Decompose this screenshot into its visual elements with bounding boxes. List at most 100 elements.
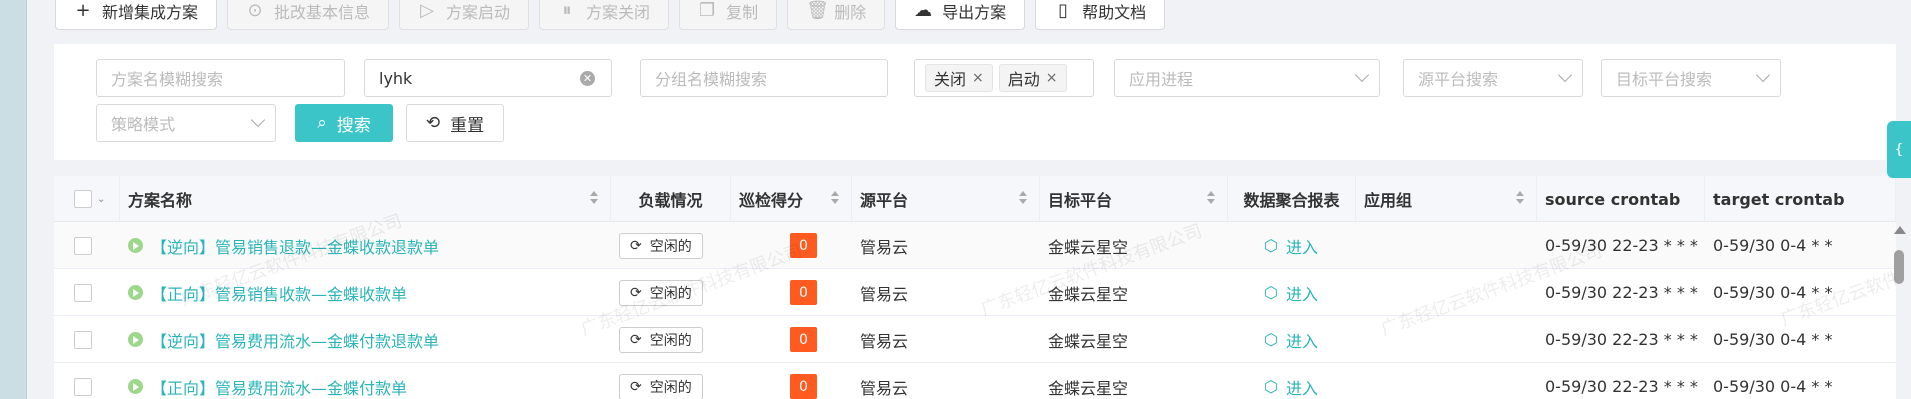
- vertical-scrollbar[interactable]: [1893, 226, 1906, 386]
- delete-button[interactable]: 🗑 删除: [787, 0, 886, 30]
- status-select[interactable]: 关闭 × 启动 ×: [914, 59, 1094, 97]
- scheme-name-cell: 【正向】管易销售收款—金蝶收款单: [128, 269, 407, 316]
- scheme-name-cell: 【逆向】管易销售退款—金蝶收款退款单: [128, 222, 439, 269]
- target-platform-cell: 金蝶云星空: [1048, 331, 1129, 351]
- play-status-icon: [128, 238, 143, 253]
- load-status-tag: ⟳ 空闲的: [619, 326, 703, 353]
- row-checkbox-cell: [74, 222, 92, 269]
- target-crontab-cell: 0-59/30 0-4 * *: [1713, 283, 1833, 302]
- col-source-crontab: source crontab: [1537, 176, 1705, 222]
- copy-icon: ❐: [698, 0, 716, 21]
- row-checkbox[interactable]: [74, 377, 92, 396]
- report-icon: ⬡: [1264, 236, 1278, 255]
- chevron-down-icon: [250, 112, 266, 128]
- load-cell: ⟳ 空闲的: [619, 269, 703, 316]
- report-cell: ⬡ 进入: [1264, 316, 1318, 363]
- row-checkbox[interactable]: [74, 283, 92, 302]
- target-platform-cell: 金蝶云星空: [1048, 378, 1129, 398]
- scheme-name-link[interactable]: 【正向】管易费用流水—金蝶付款单: [128, 375, 407, 399]
- scheme-name-cell: 【逆向】管易费用流水—金蝶付款退款单: [128, 316, 439, 363]
- start-scheme-button[interactable]: ▷ 方案启动: [399, 0, 530, 30]
- batch-edit-button[interactable]: ⊙ 批改基本信息: [227, 0, 390, 30]
- help-doc-button[interactable]: ▯ 帮助文档: [1035, 0, 1166, 30]
- score-badge: 0: [790, 374, 817, 399]
- scheme-name-search-input[interactable]: 方案名模糊搜索: [96, 59, 345, 97]
- status-tag: 关闭 ×: [925, 64, 993, 92]
- source-platform-cell: 管易云: [860, 237, 909, 257]
- table-row[interactable]: 【正向】管易销售收款—金蝶收款单 ⟳ 空闲的 0 管易云 金蝶云星空 ⬡ 进入 0-…: [54, 269, 1896, 316]
- score-cell: 0: [790, 316, 817, 363]
- chevron-down-icon: [1755, 67, 1771, 83]
- play-circle-icon: ▷: [420, 0, 434, 21]
- col-target-platform[interactable]: 目标平台: [1040, 176, 1228, 222]
- clear-icon[interactable]: ✕: [580, 71, 595, 86]
- target-crontab-cell: 0-59/30 0-4 * *: [1713, 236, 1833, 255]
- status-tag: 启动 ×: [998, 64, 1067, 92]
- document-icon: ▯: [1058, 0, 1069, 21]
- scheme-name-link[interactable]: 【正向】管易销售收款—金蝶收款单: [128, 281, 407, 305]
- copy-button[interactable]: ❐ 复制: [679, 0, 778, 30]
- table-row[interactable]: 【正向】管易费用流水—金蝶付款单 ⟳ 空闲的 0 管易云 金蝶云星空 ⬡ 进入 0-…: [54, 363, 1896, 399]
- enter-report-link[interactable]: ⬡ 进入: [1264, 281, 1318, 305]
- target-crontab-cell: 0-59/30 0-4 * *: [1713, 330, 1833, 349]
- row-checkbox[interactable]: [74, 330, 92, 349]
- chevron-down-icon: [1557, 67, 1573, 83]
- left-sidebar-edge: [0, 0, 27, 399]
- col-load: 负载情况: [611, 176, 731, 222]
- load-cell: ⟳ 空闲的: [619, 316, 703, 363]
- side-drawer-tab[interactable]: {: [1887, 121, 1911, 178]
- strategy-select[interactable]: 策略模式: [96, 104, 276, 142]
- row-checkbox[interactable]: [74, 236, 92, 255]
- toolbar: + 新增集成方案 ⊙ 批改基本信息 ▷ 方案启动 ⏸ 方案关闭 ❐ 复制 🗑 删除 ☁ 导出方…: [55, 0, 1166, 30]
- tag-close-icon[interactable]: ×: [972, 70, 984, 86]
- enter-report-link[interactable]: ⬡ 进入: [1264, 234, 1318, 258]
- refresh-icon: ⟳: [630, 331, 642, 348]
- enter-report-link[interactable]: ⬡ 进入: [1264, 375, 1318, 399]
- load-status-tag: ⟳ 空闲的: [619, 279, 703, 306]
- select-all-checkbox[interactable]: [74, 190, 92, 208]
- col-source-platform[interactable]: 源平台: [852, 176, 1040, 222]
- col-scheme-name[interactable]: 方案名称: [120, 176, 611, 222]
- scroll-up-icon[interactable]: [1894, 226, 1906, 234]
- scheme-table: ⌄ 方案名称 负载情况 巡检得分 源平台 目标平台 数据聚合报表 应用组 sou…: [54, 176, 1896, 399]
- table-row[interactable]: 【逆向】管易费用流水—金蝶付款退款单 ⟳ 空闲的 0 管易云 金蝶云星空 ⬡ 进入 …: [54, 316, 1896, 363]
- enter-report-link[interactable]: ⬡ 进入: [1264, 328, 1318, 352]
- group-name-search-input[interactable]: 分组名模糊搜索: [640, 59, 888, 97]
- row-checkbox-cell: [74, 363, 92, 399]
- report-icon: ⬡: [1264, 377, 1278, 396]
- export-scheme-button[interactable]: ☁ 导出方案: [895, 0, 1026, 30]
- col-score[interactable]: 巡检得分: [731, 176, 852, 222]
- row-checkbox-cell: [74, 316, 92, 363]
- col-app-group[interactable]: 应用组: [1356, 176, 1537, 222]
- pause-circle-icon: ⏸: [562, 0, 572, 21]
- target-platform-cell: 金蝶云星空: [1048, 237, 1129, 257]
- reset-button[interactable]: ⟲ 重置: [406, 104, 504, 142]
- source-platform-select[interactable]: 源平台搜索: [1403, 59, 1583, 97]
- refresh-icon: ⟳: [630, 378, 642, 395]
- check-circle-icon: ⊙: [247, 0, 263, 21]
- app-process-select[interactable]: 应用进程: [1114, 59, 1380, 97]
- source-crontab-cell: 0-59/30 22-23 * * *: [1545, 330, 1698, 349]
- keyword-input[interactable]: lyhk ✕: [364, 59, 612, 97]
- score-cell: 0: [790, 269, 817, 316]
- main-content: + 新增集成方案 ⊙ 批改基本信息 ▷ 方案启动 ⏸ 方案关闭 ❐ 复制 🗑 删除 ☁ 导出方…: [27, 0, 1911, 399]
- chevron-down-icon[interactable]: ⌄: [97, 194, 105, 205]
- source-platform-cell: 管易云: [860, 284, 909, 304]
- play-status-icon: [128, 285, 143, 300]
- select-all-cell: ⌄: [54, 176, 120, 222]
- scrollbar-thumb[interactable]: [1894, 250, 1904, 284]
- tag-close-icon[interactable]: ×: [1046, 70, 1058, 86]
- add-scheme-button[interactable]: + 新增集成方案: [55, 0, 218, 30]
- trash-icon: 🗑: [806, 0, 829, 21]
- load-cell: ⟳ 空闲的: [619, 222, 703, 269]
- scheme-name-link[interactable]: 【逆向】管易费用流水—金蝶付款退款单: [128, 328, 439, 352]
- close-scheme-button[interactable]: ⏸ 方案关闭: [539, 0, 670, 30]
- table-row[interactable]: 【逆向】管易销售退款—金蝶收款退款单 ⟳ 空闲的 0 管易云 金蝶云星空 ⬡ 进入 …: [54, 222, 1896, 269]
- source-platform-cell: 管易云: [860, 378, 909, 398]
- search-button[interactable]: ⌕ 搜索: [295, 104, 393, 142]
- scheme-name-link[interactable]: 【逆向】管易销售退款—金蝶收款退款单: [128, 234, 439, 258]
- target-platform-select[interactable]: 目标平台搜索: [1601, 59, 1781, 97]
- report-icon: ⬡: [1264, 283, 1278, 302]
- report-cell: ⬡ 进入: [1264, 269, 1318, 316]
- filter-panel: 方案名模糊搜索 lyhk ✕ 分组名模糊搜索 关闭 × 启动 × 应用进程 源平台搜索…: [54, 44, 1896, 160]
